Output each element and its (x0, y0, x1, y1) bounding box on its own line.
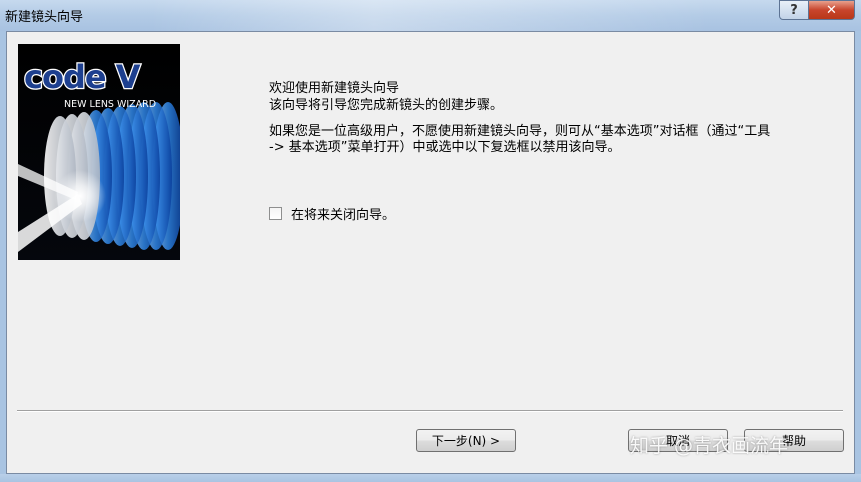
button-divider (17, 410, 843, 412)
welcome-heading: 欢迎使用新建镜头向导 (269, 81, 400, 96)
window-title: 新建镜头向导 (5, 10, 84, 25)
light-flare (54, 170, 106, 222)
help-title-button[interactable]: ? (779, 0, 809, 20)
wizard-dialog: code V NEW LENS WIZARD 欢迎使用新建镜头向导 该向导将引导… (6, 31, 855, 474)
advanced-note: 如果您是一位高级用户，不愿使用新建镜头向导，则可从“基本选项”对话框（通过“工具… (269, 124, 771, 155)
window-bottom-edge (0, 474, 861, 482)
wizard-banner-image: code V NEW LENS WIZARD (18, 44, 180, 260)
title-bar-buttons: ? ✕ (779, 0, 855, 20)
svg-text:code V: code V (24, 58, 141, 96)
disable-wizard-row[interactable]: 在将来关闭向导。 (269, 204, 395, 223)
help-icon: ? (790, 2, 798, 18)
code-v-logo: code V (23, 57, 143, 98)
welcome-intro: 该向导将引导您完成新镜头的创建步骤。 (269, 98, 504, 113)
watermark-text: 知乎 @青衣画流年 (630, 435, 789, 457)
welcome-content: 欢迎使用新建镜头向导 该向导将引导您完成新镜头的创建步骤。 如果您是一位高级用户… (269, 80, 779, 156)
close-icon: ✕ (826, 2, 837, 18)
wizard-subtitle: NEW LENS WIZARD (64, 99, 156, 110)
disable-wizard-checkbox[interactable] (269, 207, 282, 220)
title-bar-glass (150, 0, 710, 31)
disable-wizard-label[interactable]: 在将来关闭向导。 (291, 204, 395, 223)
next-button[interactable]: 下一步(N) > (416, 429, 516, 452)
close-title-button[interactable]: ✕ (809, 0, 855, 20)
lens-illustration: code V NEW LENS WIZARD (18, 44, 180, 260)
title-bar: 新建镜头向导 ? ✕ (0, 0, 861, 31)
